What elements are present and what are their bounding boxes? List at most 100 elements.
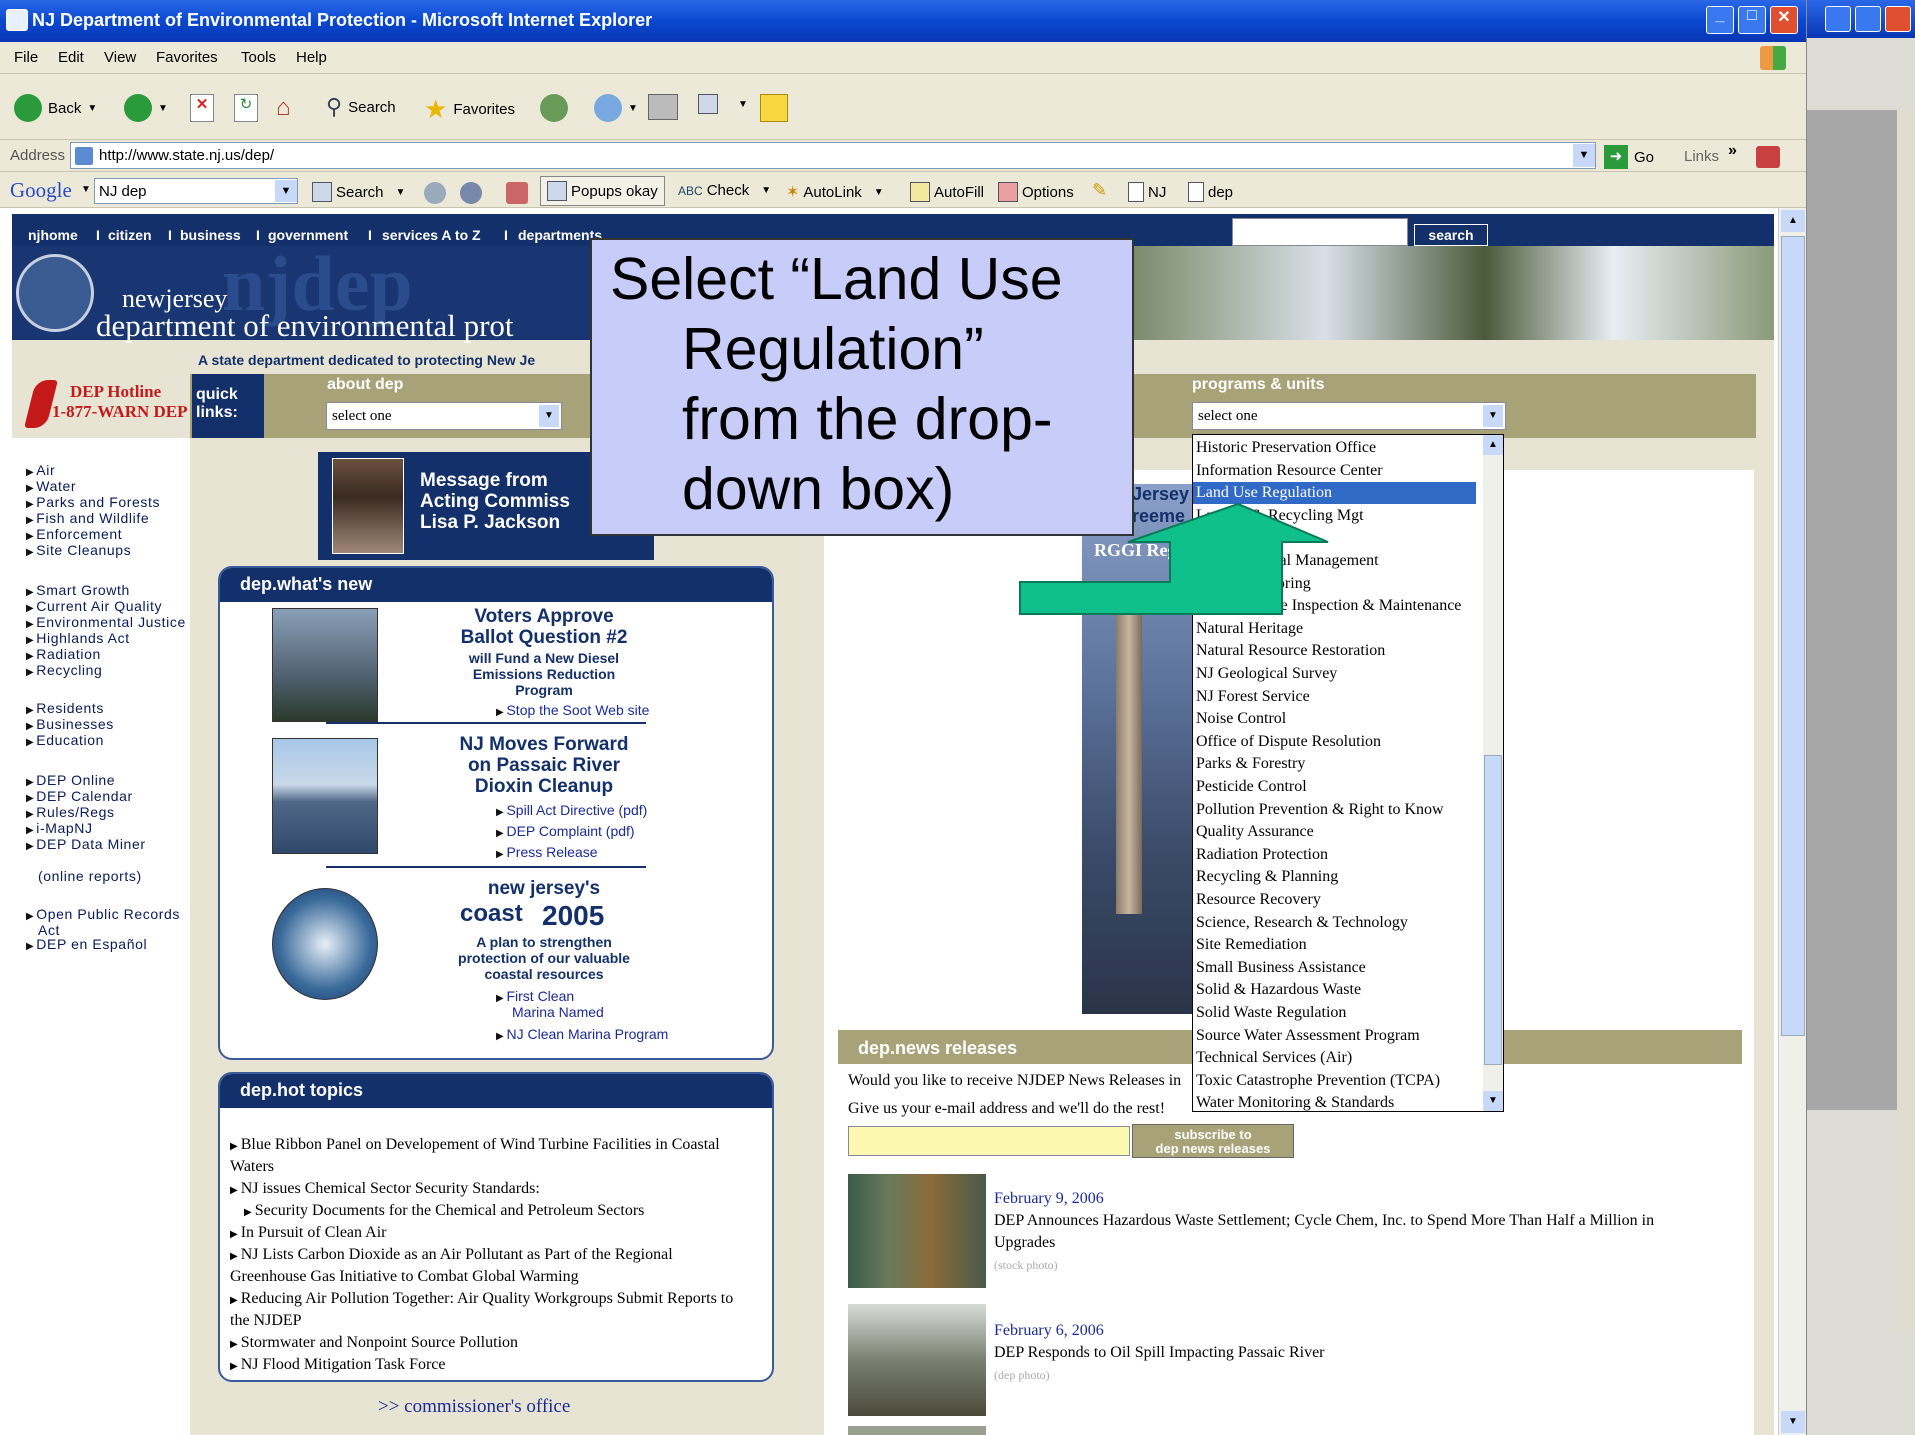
dropdown-option[interactable]: Water Monitoring & Standards [1193, 1092, 1476, 1111]
dep-complaint-link[interactable]: DEP Complaint (pdf) [496, 823, 634, 839]
page-viewport[interactable]: ▲ ▼ njhome I citizen I business I govern… [0, 208, 1806, 1435]
dropdown-option[interactable]: Recycling & Planning [1193, 866, 1476, 888]
left-nav-link[interactable]: Smart Growth [26, 582, 130, 598]
left-nav-link[interactable]: i-MapNJ [26, 820, 93, 836]
commissioner-office-link[interactable]: >> commissioner's office [378, 1396, 570, 1418]
news-icon[interactable] [460, 182, 482, 204]
history-button[interactable] [540, 94, 568, 122]
about-dep-dropdown-button[interactable]: ▼ [539, 405, 559, 427]
scroll-down-button[interactable]: ▼ [1781, 1411, 1805, 1433]
bg-scrollbar[interactable] [1897, 110, 1915, 1330]
dropdown-option[interactable]: Information Resource Center [1193, 460, 1476, 482]
left-nav-link[interactable]: Recycling [26, 662, 102, 678]
menu-favorites[interactable]: Favorites [156, 49, 218, 66]
dropdown-option[interactable]: Science, Research & Technology [1193, 912, 1476, 934]
mail-button[interactable]: ▼ [594, 94, 638, 122]
autofill-button[interactable]: AutoFill [910, 182, 984, 202]
news-headline[interactable]: DEP Announces Hazardous Waste Settlement… [994, 1212, 1654, 1230]
news-date[interactable]: February 6, 2006 [994, 1322, 1104, 1340]
spell-check-button[interactable]: ABC Check ▼ [678, 182, 771, 199]
hot-topic-item[interactable]: NJ Flood Mitigation Task Force [230, 1354, 446, 1378]
left-nav-link[interactable]: Open Public Records [26, 906, 180, 922]
menu-file[interactable]: File [14, 49, 38, 66]
pagerank-icon[interactable] [424, 182, 446, 204]
subscribe-button[interactable]: subscribe to dep news releases [1132, 1124, 1294, 1158]
spill-act-link[interactable]: Spill Act Directive (pdf) [496, 802, 647, 818]
site-search-input[interactable] [1232, 218, 1408, 246]
dropdown-option[interactable]: Technical Services (Air) [1193, 1047, 1476, 1069]
left-nav-link[interactable]: Radiation [26, 646, 101, 662]
hot-topic-item[interactable]: NJ issues Chemical Sector Security Stand… [230, 1178, 540, 1202]
press-release-link[interactable]: Press Release [496, 844, 597, 860]
dropdown-option[interactable]: Office of Dispute Resolution [1193, 731, 1476, 753]
edit-button[interactable]: ▼ [698, 94, 748, 114]
hot-topic-item[interactable]: NJ Lists Carbon Dioxide as an Air Pollut… [230, 1244, 673, 1268]
page-scrollbar[interactable]: ▲ ▼ [1778, 208, 1806, 1435]
dropdown-option[interactable]: Small Business Assistance [1193, 957, 1476, 979]
popups-okay-button[interactable]: Popups okay [540, 176, 665, 206]
dropdown-scroll-thumb[interactable] [1484, 755, 1502, 1065]
left-nav-link[interactable]: Parks and Forests [26, 494, 160, 510]
left-nav-link[interactable]: Enforcement [26, 526, 122, 542]
dropdown-option[interactable]: NJ Forest Service [1193, 686, 1476, 708]
dropdown-option[interactable]: Historic Preservation Office [1193, 437, 1476, 459]
left-nav-link[interactable]: DEP Online [26, 772, 115, 788]
nav-citizen[interactable]: citizen [108, 227, 152, 243]
options-button[interactable]: Options [998, 182, 1074, 202]
google-query-dropdown[interactable]: ▼ [275, 180, 297, 202]
go-button[interactable]: ➜ Go [1604, 145, 1654, 169]
left-nav-link[interactable]: Environmental Justice [26, 614, 186, 630]
left-nav-link[interactable]: Current Air Quality [26, 598, 162, 614]
favorites-button[interactable]: ★ Favorites [424, 94, 515, 125]
minimize-button[interactable]: _ [1706, 6, 1734, 34]
dropdown-scroll-down[interactable]: ▼ [1483, 1091, 1503, 1111]
hot-topic-item[interactable]: Stormwater and Nonpoint Source Pollution [230, 1332, 518, 1356]
site-search-button[interactable]: search [1414, 224, 1488, 246]
hot-topic-item[interactable]: In Pursuit of Clean Air [230, 1222, 387, 1246]
dropdown-option[interactable]: Site Remediation [1193, 934, 1476, 956]
dropdown-option[interactable]: Parks & Forestry [1193, 753, 1476, 775]
left-nav-link[interactable]: Rules/Regs [26, 804, 115, 820]
news-date[interactable]: February 9, 2006 [994, 1190, 1104, 1208]
dropdown-option[interactable]: Source Water Assessment Program [1193, 1025, 1476, 1047]
bg-minimize-button[interactable] [1825, 6, 1851, 32]
newsletter-email-input[interactable] [848, 1126, 1130, 1156]
left-nav-link[interactable]: Highlands Act [26, 630, 130, 646]
left-nav-link[interactable]: Fish and Wildlife [26, 510, 149, 526]
left-nav-link[interactable]: Water [26, 478, 76, 494]
dropdown-option[interactable]: Noise Control [1193, 708, 1476, 730]
dropdown-option[interactable]: NJ Geological Survey [1193, 663, 1476, 685]
programs-dropdown-button[interactable]: ▼ [1483, 405, 1503, 427]
left-nav-link[interactable]: DEP en Español [26, 936, 147, 952]
left-nav-link[interactable]: Businesses [26, 716, 114, 732]
first-clean-marina-link[interactable]: First Clean [496, 988, 574, 1004]
left-nav-link[interactable]: Site Cleanups [26, 542, 131, 558]
nav-njhome[interactable]: njhome [28, 227, 78, 243]
close-button[interactable]: ✕ [1770, 6, 1798, 34]
autolink-button[interactable]: ✶ AutoLink ▼ [786, 182, 884, 202]
menu-view[interactable]: View [104, 49, 136, 66]
google-search-button[interactable]: Search ▼ [312, 182, 405, 202]
hot-topic-item[interactable]: Blue Ribbon Panel on Developement of Win… [230, 1134, 720, 1158]
dropdown-option[interactable]: Solid Waste Regulation [1193, 1002, 1476, 1024]
dropdown-option[interactable]: Quality Assurance [1193, 821, 1476, 843]
dep-button[interactable]: dep [1188, 182, 1233, 202]
google-search-input[interactable]: NJ dep ▼ [94, 178, 298, 204]
scroll-thumb[interactable] [1781, 236, 1805, 1036]
links-button[interactable]: Links [1684, 148, 1719, 165]
highlight-icon[interactable]: ✎ [1092, 180, 1107, 201]
address-dropdown-button[interactable]: ▼ [1573, 144, 1595, 167]
dropdown-option[interactable]: Toxic Catastrophe Prevention (TCPA) [1193, 1070, 1476, 1092]
hot-topic-item[interactable]: Reducing Air Pollution Together: Air Qua… [230, 1288, 734, 1312]
dropdown-option[interactable]: Solid & Hazardous Waste [1193, 979, 1476, 1001]
dropdown-option[interactable]: Radiation Protection [1193, 844, 1476, 866]
dropdown-option[interactable]: Resource Recovery [1193, 889, 1476, 911]
dropdown-option-selected[interactable]: Land Use Regulation [1193, 482, 1476, 505]
left-nav-link[interactable]: Residents [26, 700, 104, 716]
dropdown-scrollbar[interactable]: ▲ ▼ [1483, 435, 1503, 1111]
left-nav-link[interactable]: Air [26, 462, 55, 478]
nj-button[interactable]: NJ [1128, 182, 1166, 202]
google-menu-chevron-icon[interactable]: ▼ [81, 184, 91, 195]
about-dep-select[interactable]: select one ▼ [326, 402, 562, 430]
menu-help[interactable]: Help [296, 49, 327, 66]
